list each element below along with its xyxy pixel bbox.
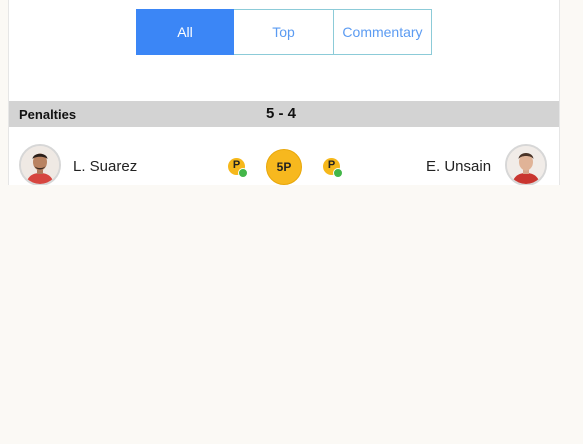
- penalty-scored-icon-right: P: [323, 158, 343, 178]
- match-events-card: All Top Commentary Penalties 5 - 4 L. Su…: [8, 0, 560, 185]
- avatar-left-player[interactable]: [19, 144, 61, 185]
- tab-top[interactable]: Top: [234, 9, 334, 55]
- avatar-right-player[interactable]: [505, 144, 547, 185]
- penalties-score: 5 - 4: [266, 105, 297, 122]
- tab-all[interactable]: All: [136, 9, 234, 55]
- player-photo-left: [21, 146, 59, 184]
- penalty-scored-icon-left: P: [228, 158, 248, 178]
- tab-bar: All Top Commentary: [136, 9, 432, 55]
- penalty-event-row: L. Suarez P 5P P E. Unsain: [9, 143, 559, 185]
- player-name-left[interactable]: L. Suarez: [73, 158, 137, 175]
- player-photo-right: [507, 146, 545, 184]
- check-icon: [333, 168, 343, 178]
- check-icon: [238, 168, 248, 178]
- penalty-round-badge: 5P: [266, 149, 302, 185]
- penalties-title: Penalties: [19, 107, 77, 122]
- tab-commentary[interactable]: Commentary: [334, 9, 432, 55]
- player-name-right[interactable]: E. Unsain: [426, 158, 491, 175]
- penalties-header: Penalties 5 - 4: [9, 101, 559, 127]
